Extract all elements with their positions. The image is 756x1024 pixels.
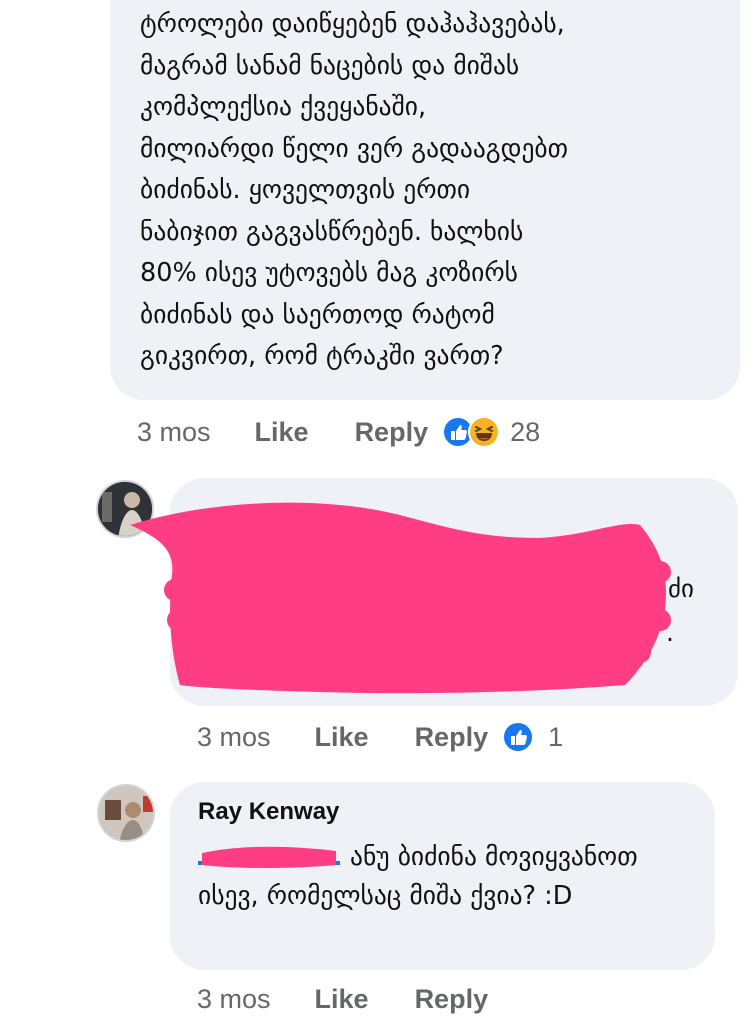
comment-bubble: Ray Kenway ანუ ბიძინა მოვიყვანოთ ისევ, რ… [170, 782, 715, 970]
reactions-summary[interactable]: 28 [442, 416, 540, 448]
comment-text: ტროლები დაიწყებენ დაჰაჰავებას, მაგრამ სა… [140, 9, 569, 371]
reply-button[interactable]: Reply [415, 722, 489, 753]
comment-author[interactable]: Ray Kenway [198, 798, 339, 826]
comment-bubble: ტროლები დაიწყებენ დაჰაჰავებას, მაგრამ სა… [110, 0, 740, 400]
avatar-photo-icon [99, 786, 153, 840]
comment-actions: 3 mos Like Reply [197, 984, 488, 1015]
reply-button[interactable]: Reply [355, 417, 429, 448]
like-reaction-icon [502, 721, 535, 753]
comment-timestamp[interactable]: 3 mos [197, 984, 271, 1015]
reactions-summary[interactable]: 1 [502, 721, 563, 753]
reaction-count: 28 [510, 416, 541, 447]
avatar[interactable] [97, 784, 155, 842]
comment-timestamp[interactable]: 3 mos [197, 722, 271, 753]
reaction-count: 1 [548, 721, 564, 752]
comment-timestamp[interactable]: 3 mos [137, 417, 211, 448]
redacted-mention [198, 843, 340, 869]
comment-actions: 3 mos Like Reply 28 [137, 416, 540, 448]
comment-actions: 3 mos Like Reply 1 [197, 721, 563, 753]
like-button[interactable]: Like [315, 984, 369, 1015]
comment-text-block: ანუ ბიძინა მოვიყვანოთ ისევ, რომელსაც მიშ… [198, 838, 698, 916]
haha-reaction-icon [468, 416, 501, 448]
redaction-scribble [130, 502, 671, 694]
reply-button[interactable]: Reply [415, 984, 489, 1015]
like-button[interactable]: Like [315, 722, 369, 753]
like-button[interactable]: Like [255, 417, 309, 448]
